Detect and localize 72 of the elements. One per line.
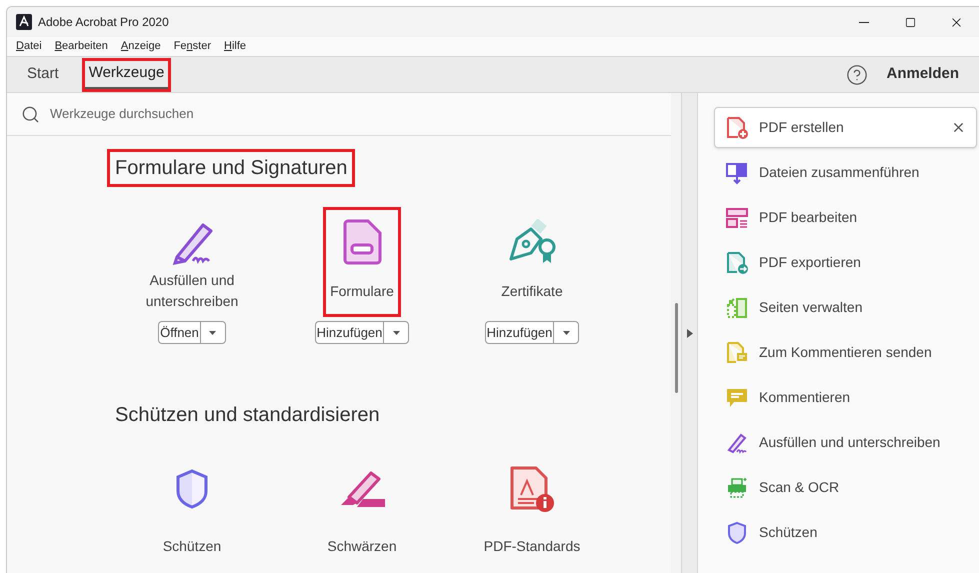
tool-tile[interactable]: Schützen: [156, 454, 228, 572]
tool-button[interactable]: Hinzufügen: [314, 321, 384, 344]
caret-icon: [392, 330, 400, 334]
layout-edit-icon: [725, 206, 749, 230]
tool-list-label: Scan & OCR: [759, 478, 840, 497]
menu-item[interactable]: Fenster: [174, 38, 211, 55]
section-title: Formulare und Signaturen: [107, 149, 356, 187]
fountain-pen-ribbon-icon: [507, 219, 557, 265]
tool-label: Ausfüllen und unterschreiben: [144, 271, 240, 311]
pages-icon: [725, 296, 749, 320]
document-comment-icon: [725, 340, 749, 364]
tool-label: Formulare: [330, 282, 394, 300]
documents-merge-icon: [725, 160, 749, 184]
caret-icon: [209, 330, 216, 334]
document-info-icon: [508, 465, 555, 513]
tool-list-item[interactable]: Seiten verwalten: [714, 287, 977, 328]
tool-list-item[interactable]: Kommentieren: [714, 377, 977, 418]
tool-list-label: Schützen: [759, 523, 818, 542]
caret-icon: [562, 330, 570, 334]
tool-list-item[interactable]: Zum Kommentieren senden: [714, 332, 977, 373]
tool-list-item[interactable]: Scan & OCR: [714, 467, 977, 508]
tool-list-label: PDF bearbeiten: [759, 208, 858, 227]
tool-label: Schwärzen: [327, 536, 397, 556]
close-icon[interactable]: [951, 120, 966, 135]
tool-tile[interactable]: PDF-Standards: [476, 454, 588, 572]
tool-list-item[interactable]: PDF exportieren: [714, 242, 977, 283]
maximize-icon: [904, 16, 916, 28]
scrollbar-thumb[interactable]: [674, 303, 678, 393]
shield-icon: [175, 469, 209, 509]
scanner-icon: [725, 476, 749, 500]
menu-item[interactable]: Bearbeiten: [54, 38, 108, 55]
tool-list-item[interactable]: Ausfüllen und unterschreiben: [714, 422, 977, 463]
document-form-icon: [342, 219, 382, 265]
dropdown-button[interactable]: [383, 321, 410, 344]
tool-list-item[interactable]: PDF bearbeiten: [714, 197, 977, 238]
tab[interactable]: Start: [23, 60, 63, 88]
tool-tile[interactable]: Formulare: [323, 207, 401, 317]
tool-list-label: Ausfüllen und unterschreiben: [759, 433, 940, 452]
tool-list-label: PDF exportieren: [759, 253, 861, 272]
tool-list-item[interactable]: Dateien zusammenführen: [714, 152, 977, 193]
dropdown-button[interactable]: [553, 321, 580, 344]
tool-button[interactable]: Öffnen: [158, 321, 200, 344]
tool-list-label: Dateien zusammenführen: [759, 163, 920, 182]
tool-tile[interactable]: Ausfüllen und unterschreiben: [115, 207, 269, 317]
tool-tile[interactable]: Zertifikate: [494, 207, 570, 317]
tool-button[interactable]: Hinzufügen: [484, 321, 554, 344]
search-field[interactable]: Werkzeuge durchsuchen: [50, 104, 657, 124]
tool-label: Schützen: [162, 536, 222, 556]
section-title: Schützen und standardisieren: [114, 403, 381, 428]
menu-item[interactable]: Hilfe: [224, 38, 246, 55]
tool-list-label: Zum Kommentieren senden: [759, 343, 932, 362]
document-plus-icon: [725, 116, 749, 140]
tool-tile[interactable]: Schwärzen: [320, 454, 404, 572]
app-logo-icon: [16, 14, 32, 30]
menu-item[interactable]: Anzeige: [120, 38, 161, 55]
tool-list-item[interactable]: PDF erstellen: [714, 107, 977, 148]
tool-list-item[interactable]: Schützen: [714, 512, 977, 553]
tool-list-label: Kommentieren: [759, 388, 850, 407]
dropdown-button[interactable]: [200, 321, 226, 344]
window-title: Adobe Acrobat Pro 2020: [38, 14, 169, 31]
pen-signature-icon: [725, 430, 749, 454]
document-arrow-icon: [725, 250, 749, 274]
menu-item[interactable]: Datei: [16, 38, 42, 55]
tool-list-label: PDF erstellen: [759, 118, 844, 137]
help-icon[interactable]: [846, 64, 868, 86]
tool-label: PDF-Standards: [484, 536, 580, 556]
sign-in-button[interactable]: Anmelden: [886, 63, 959, 86]
tool-list-label: Seiten verwalten: [759, 298, 863, 317]
search-icon: [21, 104, 40, 124]
tool-label: Zertifikate: [501, 282, 563, 300]
expand-arrow-icon[interactable]: [686, 328, 692, 338]
shield-icon: [725, 520, 749, 544]
